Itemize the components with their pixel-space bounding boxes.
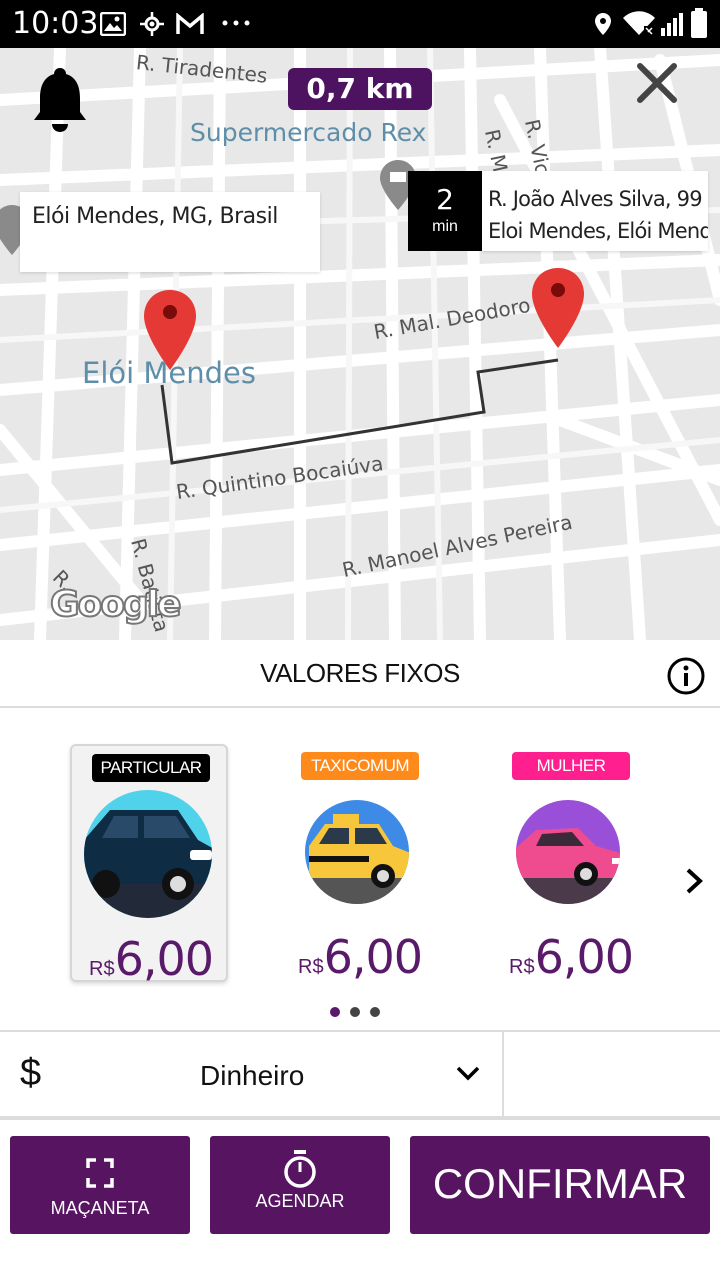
gmail-icon (176, 13, 204, 34)
eta-value: 2 (436, 183, 454, 216)
status-time: 10:03 (12, 6, 99, 41)
car-pink-icon (516, 800, 620, 904)
eta-box: 2 min (408, 171, 482, 251)
agendar-button[interactable]: AGENDAR (210, 1136, 390, 1234)
status-bar: 10:03 (0, 0, 720, 48)
confirmar-label: CONFIRMAR (432, 1160, 688, 1207)
price-value: 6,00 (114, 932, 214, 986)
timer-icon (284, 1150, 316, 1188)
battery-icon (691, 8, 707, 38)
bell-icon[interactable] (30, 64, 90, 134)
divider (502, 1032, 504, 1118)
chevron-down-icon[interactable] (456, 1066, 480, 1082)
google-logo: Google (49, 583, 183, 626)
destination-address-line1: R. João Alves Silva, 99 - (488, 187, 708, 211)
close-icon[interactable] (632, 58, 682, 108)
category-badge: TAXICOMUM (301, 752, 419, 780)
category-card-particular[interactable]: PARTICULAR R$6,00 (70, 744, 228, 986)
map-view[interactable]: R. Tiradentes R. Mano R. Vicen R. Mal. D… (0, 48, 720, 640)
page-dot (370, 1007, 380, 1017)
currency-label: R$ (509, 956, 535, 978)
currency-label: R$ (298, 956, 324, 978)
macaneta-label: MAÇANETA (50, 1198, 150, 1218)
poi-supermercado-label: Supermercado Rex (190, 118, 427, 147)
distance-badge: 0,7 km (288, 68, 432, 110)
scan-frame-icon (86, 1158, 114, 1188)
page-dot (350, 1007, 360, 1017)
city-label: Elói Mendes (82, 356, 256, 390)
payment-method-row[interactable]: $ Dinheiro (0, 1030, 720, 1120)
location-pin-status-icon (595, 13, 611, 35)
category-card-mulher[interactable]: MULHER R$6,00 (492, 744, 650, 984)
section-header: VALORES FIXOS (0, 640, 720, 708)
confirmar-button[interactable]: CONFIRMAR (410, 1136, 710, 1234)
car-dark-icon (84, 790, 212, 918)
page-dot-active (330, 1007, 340, 1017)
destination-address-line2: Eloi Mendes, Elói Mendes - (488, 219, 708, 243)
category-carousel: PARTICULAR R$6,00 TAXICOMUM R$6,00 MULHE… (0, 710, 720, 1030)
location-target-icon (140, 12, 164, 36)
category-price: R$6,00 (492, 930, 650, 984)
image-notification-icon (100, 12, 126, 36)
category-card-taxicomum[interactable]: TAXICOMUM R$6,00 (281, 744, 439, 984)
info-icon[interactable] (666, 656, 706, 696)
price-value: 6,00 (534, 930, 634, 984)
more-dots-icon (222, 20, 250, 26)
chevron-right-icon[interactable] (682, 866, 708, 896)
carousel-page-indicator (330, 1004, 390, 1022)
category-price: R$6,00 (281, 930, 439, 984)
agendar-label: AGENDAR (255, 1191, 345, 1211)
payment-method-select[interactable]: Dinheiro (200, 1060, 304, 1092)
category-badge: MULHER (512, 752, 630, 780)
destination-address-box[interactable]: R. João Alves Silva, 99 - Eloi Mendes, E… (482, 171, 708, 251)
origin-address-box[interactable]: Elói Mendes, MG, Brasil (20, 192, 320, 272)
wifi-icon (623, 11, 655, 35)
dollar-icon: $ (20, 1052, 42, 1094)
signal-icon (661, 13, 683, 36)
section-title: VALORES FIXOS (260, 658, 460, 688)
macaneta-button[interactable]: MAÇANETA (10, 1136, 190, 1234)
taxi-icon (305, 800, 409, 904)
eta-unit: min (432, 218, 458, 235)
category-price: R$6,00 (72, 932, 230, 986)
origin-address-text: Elói Mendes, MG, Brasil (32, 204, 278, 229)
category-badge: PARTICULAR (92, 754, 210, 782)
price-value: 6,00 (323, 930, 423, 984)
currency-label: R$ (89, 958, 115, 980)
